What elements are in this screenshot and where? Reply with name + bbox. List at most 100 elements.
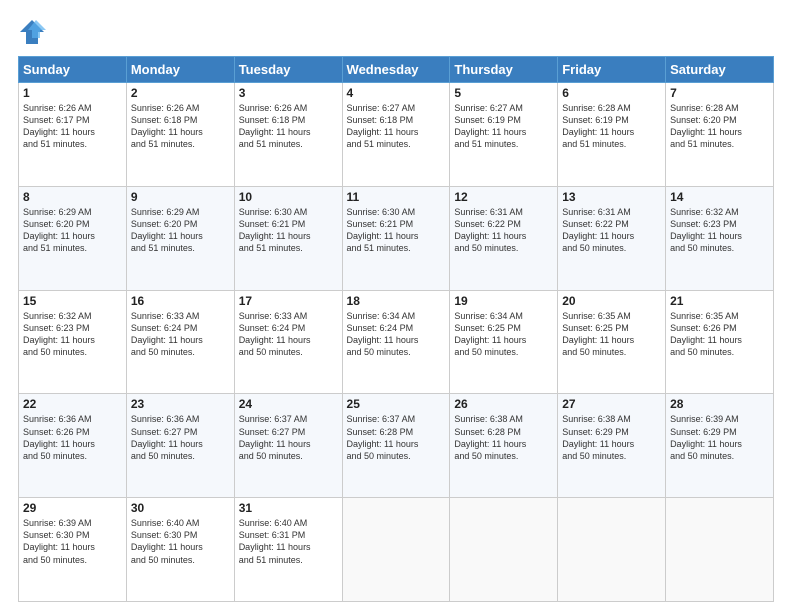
day-number: 21 (670, 294, 769, 308)
day-info: Sunrise: 6:30 AM Sunset: 6:21 PM Dayligh… (239, 206, 338, 255)
day-info: Sunrise: 6:32 AM Sunset: 6:23 PM Dayligh… (670, 206, 769, 255)
calendar-cell: 15 Sunrise: 6:32 AM Sunset: 6:23 PM Dayli… (19, 290, 127, 394)
header-row: SundayMondayTuesdayWednesdayThursdayFrid… (19, 57, 774, 83)
calendar-cell: 26Sunrise: 6:38 AM Sunset: 6:28 PM Dayli… (450, 394, 558, 498)
calendar-cell: 28 Sunrise: 6:39 AM Sunset: 6:29 PM Dayli… (666, 394, 774, 498)
day-number: 19 (454, 294, 553, 308)
calendar-cell: 31 Sunrise: 6:40 AM Sunset: 6:31 PM Dayli… (234, 498, 342, 602)
day-info: Sunrise: 6:40 AM Sunset: 6:31 PM Dayligh… (239, 517, 338, 566)
calendar-header-sunday: Sunday (19, 57, 127, 83)
day-number: 11 (347, 190, 446, 204)
calendar-header-thursday: Thursday (450, 57, 558, 83)
calendar-cell (558, 498, 666, 602)
calendar-cell: 19Sunrise: 6:34 AM Sunset: 6:25 PM Dayli… (450, 290, 558, 394)
calendar-cell: 30 Sunrise: 6:40 AM Sunset: 6:30 PM Dayli… (126, 498, 234, 602)
day-number: 14 (670, 190, 769, 204)
day-number: 20 (562, 294, 661, 308)
day-info: Sunrise: 6:36 AM Sunset: 6:27 PM Dayligh… (131, 413, 230, 462)
calendar-body: 1Sunrise: 6:26 AM Sunset: 6:17 PM Daylig… (19, 83, 774, 602)
page: SundayMondayTuesdayWednesdayThursdayFrid… (0, 0, 792, 612)
calendar: SundayMondayTuesdayWednesdayThursdayFrid… (18, 56, 774, 602)
day-number: 30 (131, 501, 230, 515)
day-number: 4 (347, 86, 446, 100)
day-info: Sunrise: 6:31 AM Sunset: 6:22 PM Dayligh… (562, 206, 661, 255)
calendar-cell: 29Sunrise: 6:39 AM Sunset: 6:30 PM Dayli… (19, 498, 127, 602)
day-number: 18 (347, 294, 446, 308)
day-info: Sunrise: 6:32 AM Sunset: 6:23 PM Dayligh… (23, 310, 122, 359)
day-number: 3 (239, 86, 338, 100)
day-number: 2 (131, 86, 230, 100)
calendar-header-friday: Friday (558, 57, 666, 83)
day-number: 12 (454, 190, 553, 204)
day-number: 31 (239, 501, 338, 515)
header (18, 18, 774, 46)
logo (18, 18, 50, 46)
day-info: Sunrise: 6:35 AM Sunset: 6:26 PM Dayligh… (670, 310, 769, 359)
calendar-cell: 12 Sunrise: 6:31 AM Sunset: 6:22 PM Dayli… (450, 186, 558, 290)
day-info: Sunrise: 6:26 AM Sunset: 6:18 PM Dayligh… (239, 102, 338, 151)
day-info: Sunrise: 6:29 AM Sunset: 6:20 PM Dayligh… (131, 206, 230, 255)
day-info: Sunrise: 6:28 AM Sunset: 6:19 PM Dayligh… (562, 102, 661, 151)
calendar-header-wednesday: Wednesday (342, 57, 450, 83)
day-number: 10 (239, 190, 338, 204)
day-info: Sunrise: 6:37 AM Sunset: 6:28 PM Dayligh… (347, 413, 446, 462)
calendar-header-saturday: Saturday (666, 57, 774, 83)
day-number: 25 (347, 397, 446, 411)
day-info: Sunrise: 6:28 AM Sunset: 6:20 PM Dayligh… (670, 102, 769, 151)
calendar-cell: 3 Sunrise: 6:26 AM Sunset: 6:18 PM Daylig… (234, 83, 342, 187)
day-number: 26 (454, 397, 553, 411)
calendar-header: SundayMondayTuesdayWednesdayThursdayFrid… (19, 57, 774, 83)
day-info: Sunrise: 6:31 AM Sunset: 6:22 PM Dayligh… (454, 206, 553, 255)
calendar-cell (666, 498, 774, 602)
calendar-cell: 22Sunrise: 6:36 AM Sunset: 6:26 PM Dayli… (19, 394, 127, 498)
day-number: 9 (131, 190, 230, 204)
calendar-cell: 9 Sunrise: 6:29 AM Sunset: 6:20 PM Daylig… (126, 186, 234, 290)
calendar-cell: 6 Sunrise: 6:28 AM Sunset: 6:19 PM Daylig… (558, 83, 666, 187)
calendar-cell: 8Sunrise: 6:29 AM Sunset: 6:20 PM Daylig… (19, 186, 127, 290)
day-number: 29 (23, 501, 122, 515)
calendar-week-5: 29Sunrise: 6:39 AM Sunset: 6:30 PM Dayli… (19, 498, 774, 602)
calendar-cell (342, 498, 450, 602)
calendar-week-3: 15 Sunrise: 6:32 AM Sunset: 6:23 PM Dayli… (19, 290, 774, 394)
calendar-cell: 5 Sunrise: 6:27 AM Sunset: 6:19 PM Daylig… (450, 83, 558, 187)
day-info: Sunrise: 6:26 AM Sunset: 6:18 PM Dayligh… (131, 102, 230, 151)
calendar-cell: 7 Sunrise: 6:28 AM Sunset: 6:20 PM Daylig… (666, 83, 774, 187)
day-info: Sunrise: 6:27 AM Sunset: 6:18 PM Dayligh… (347, 102, 446, 151)
day-info: Sunrise: 6:35 AM Sunset: 6:25 PM Dayligh… (562, 310, 661, 359)
day-number: 27 (562, 397, 661, 411)
day-info: Sunrise: 6:38 AM Sunset: 6:29 PM Dayligh… (562, 413, 661, 462)
calendar-cell: 21 Sunrise: 6:35 AM Sunset: 6:26 PM Dayli… (666, 290, 774, 394)
logo-icon (18, 18, 46, 46)
calendar-cell: 20 Sunrise: 6:35 AM Sunset: 6:25 PM Dayli… (558, 290, 666, 394)
calendar-cell: 17Sunrise: 6:33 AM Sunset: 6:24 PM Dayli… (234, 290, 342, 394)
day-number: 5 (454, 86, 553, 100)
day-info: Sunrise: 6:40 AM Sunset: 6:30 PM Dayligh… (131, 517, 230, 566)
day-info: Sunrise: 6:33 AM Sunset: 6:24 PM Dayligh… (239, 310, 338, 359)
calendar-header-tuesday: Tuesday (234, 57, 342, 83)
day-info: Sunrise: 6:37 AM Sunset: 6:27 PM Dayligh… (239, 413, 338, 462)
day-info: Sunrise: 6:27 AM Sunset: 6:19 PM Dayligh… (454, 102, 553, 151)
day-info: Sunrise: 6:33 AM Sunset: 6:24 PM Dayligh… (131, 310, 230, 359)
calendar-cell: 16Sunrise: 6:33 AM Sunset: 6:24 PM Dayli… (126, 290, 234, 394)
day-info: Sunrise: 6:36 AM Sunset: 6:26 PM Dayligh… (23, 413, 122, 462)
day-number: 23 (131, 397, 230, 411)
calendar-week-1: 1Sunrise: 6:26 AM Sunset: 6:17 PM Daylig… (19, 83, 774, 187)
day-number: 6 (562, 86, 661, 100)
calendar-week-2: 8Sunrise: 6:29 AM Sunset: 6:20 PM Daylig… (19, 186, 774, 290)
day-info: Sunrise: 6:29 AM Sunset: 6:20 PM Dayligh… (23, 206, 122, 255)
calendar-cell: 10 Sunrise: 6:30 AM Sunset: 6:21 PM Dayli… (234, 186, 342, 290)
day-number: 7 (670, 86, 769, 100)
day-number: 28 (670, 397, 769, 411)
calendar-cell: 2 Sunrise: 6:26 AM Sunset: 6:18 PM Daylig… (126, 83, 234, 187)
calendar-cell: 13 Sunrise: 6:31 AM Sunset: 6:22 PM Dayli… (558, 186, 666, 290)
day-number: 13 (562, 190, 661, 204)
calendar-header-monday: Monday (126, 57, 234, 83)
calendar-cell: 25 Sunrise: 6:37 AM Sunset: 6:28 PM Dayli… (342, 394, 450, 498)
calendar-cell: 1Sunrise: 6:26 AM Sunset: 6:17 PM Daylig… (19, 83, 127, 187)
calendar-week-4: 22Sunrise: 6:36 AM Sunset: 6:26 PM Dayli… (19, 394, 774, 498)
day-number: 15 (23, 294, 122, 308)
calendar-cell (450, 498, 558, 602)
day-info: Sunrise: 6:39 AM Sunset: 6:29 PM Dayligh… (670, 413, 769, 462)
day-number: 24 (239, 397, 338, 411)
calendar-cell: 23 Sunrise: 6:36 AM Sunset: 6:27 PM Dayli… (126, 394, 234, 498)
